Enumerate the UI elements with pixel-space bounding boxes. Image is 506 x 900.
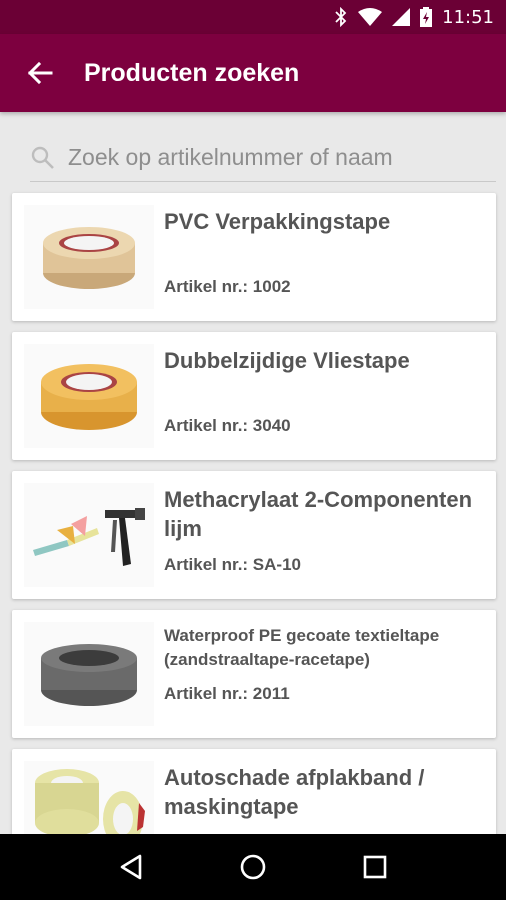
product-name: Methacrylaat 2-Componenten lijm bbox=[164, 487, 473, 541]
nav-home-button[interactable] bbox=[228, 842, 278, 892]
product-card[interactable]: Waterproof PE gecoate textieltape (zands… bbox=[12, 610, 496, 738]
search-bar bbox=[30, 134, 496, 182]
product-card[interactable]: PVC Verpakkingstape Artikel nr.: 1002 bbox=[12, 193, 496, 321]
product-image bbox=[24, 344, 154, 448]
product-card[interactable]: Methacrylaat 2-Componenten lijm Artikel … bbox=[12, 471, 496, 599]
search-icon bbox=[31, 146, 54, 169]
cell-signal-icon bbox=[392, 8, 411, 26]
nav-home-icon bbox=[240, 854, 266, 880]
product-image bbox=[24, 205, 154, 309]
product-card[interactable]: Dubbelzijdige Vliestape Artikel nr.: 304… bbox=[12, 332, 496, 460]
product-name: PVC Verpakkingstape bbox=[164, 209, 391, 234]
page-title: Producten zoeken bbox=[84, 58, 300, 87]
status-time: 11:51 bbox=[442, 6, 494, 28]
nav-back-icon bbox=[120, 854, 142, 880]
battery-icon bbox=[420, 7, 433, 27]
status-bar: 11:51 bbox=[0, 0, 506, 34]
product-name: Waterproof PE gecoate textieltape (zands… bbox=[164, 626, 440, 669]
app-bar: Producten zoeken bbox=[0, 34, 506, 112]
nav-recents-button[interactable] bbox=[350, 842, 400, 892]
product-name: Dubbelzijdige Vliestape bbox=[164, 348, 410, 373]
system-nav-bar bbox=[0, 834, 506, 900]
product-name: Autoschade afplakband / maskingtape bbox=[164, 765, 425, 819]
nav-recents-icon bbox=[363, 855, 387, 879]
product-article-number: Artikel nr.: 2011 bbox=[164, 684, 290, 703]
bluetooth-icon bbox=[335, 7, 347, 27]
product-article-number: Artikel nr.: SA-10 bbox=[164, 555, 301, 574]
product-article-number: Artikel nr.: 1002 bbox=[164, 277, 291, 296]
search-input[interactable] bbox=[68, 137, 488, 178]
product-image bbox=[24, 483, 154, 587]
product-article-number: Artikel nr.: 3040 bbox=[164, 416, 291, 435]
arrow-left-icon bbox=[27, 61, 53, 85]
back-button[interactable] bbox=[10, 43, 70, 103]
product-image bbox=[24, 622, 154, 726]
wifi-icon bbox=[358, 8, 383, 26]
nav-back-button[interactable] bbox=[106, 842, 156, 892]
